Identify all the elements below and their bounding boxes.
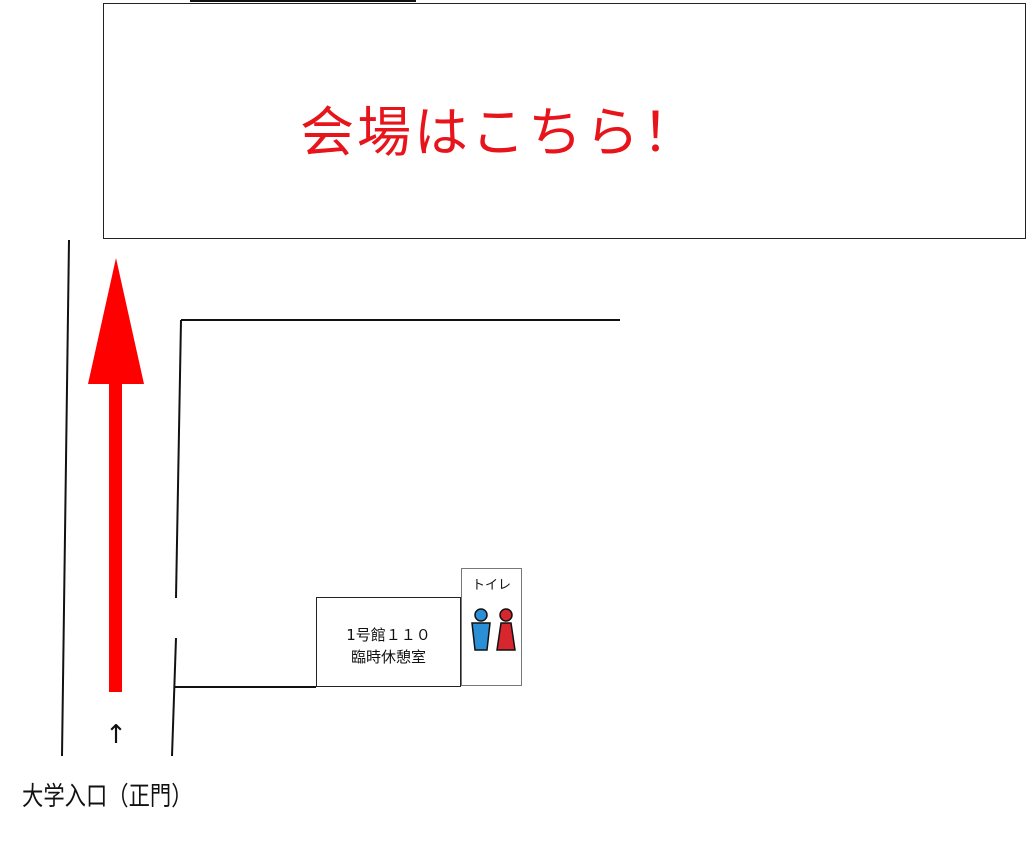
route-arrow-head xyxy=(88,258,144,384)
entrance-label: 大学入口（正門） xyxy=(22,782,193,812)
male-head-icon xyxy=(474,608,488,622)
restroom-icon xyxy=(471,608,516,651)
toilet-label: トイレ xyxy=(471,578,511,593)
rest-room-label: 臨時休憩室 xyxy=(350,648,426,666)
road-line-left xyxy=(61,239,70,757)
male-body-icon xyxy=(471,622,491,651)
road-line-right-upper xyxy=(175,319,182,599)
venue-label: 会場はこちら！ xyxy=(300,101,699,164)
female-head-icon xyxy=(499,608,513,622)
entrance-arrow-icon: ↑ xyxy=(105,720,127,750)
rest-room-building-number: 1号館１１０ xyxy=(346,626,431,644)
route-arrow-shaft xyxy=(109,380,122,692)
female-body-icon xyxy=(496,622,516,651)
road-line-right-lower xyxy=(171,637,177,757)
